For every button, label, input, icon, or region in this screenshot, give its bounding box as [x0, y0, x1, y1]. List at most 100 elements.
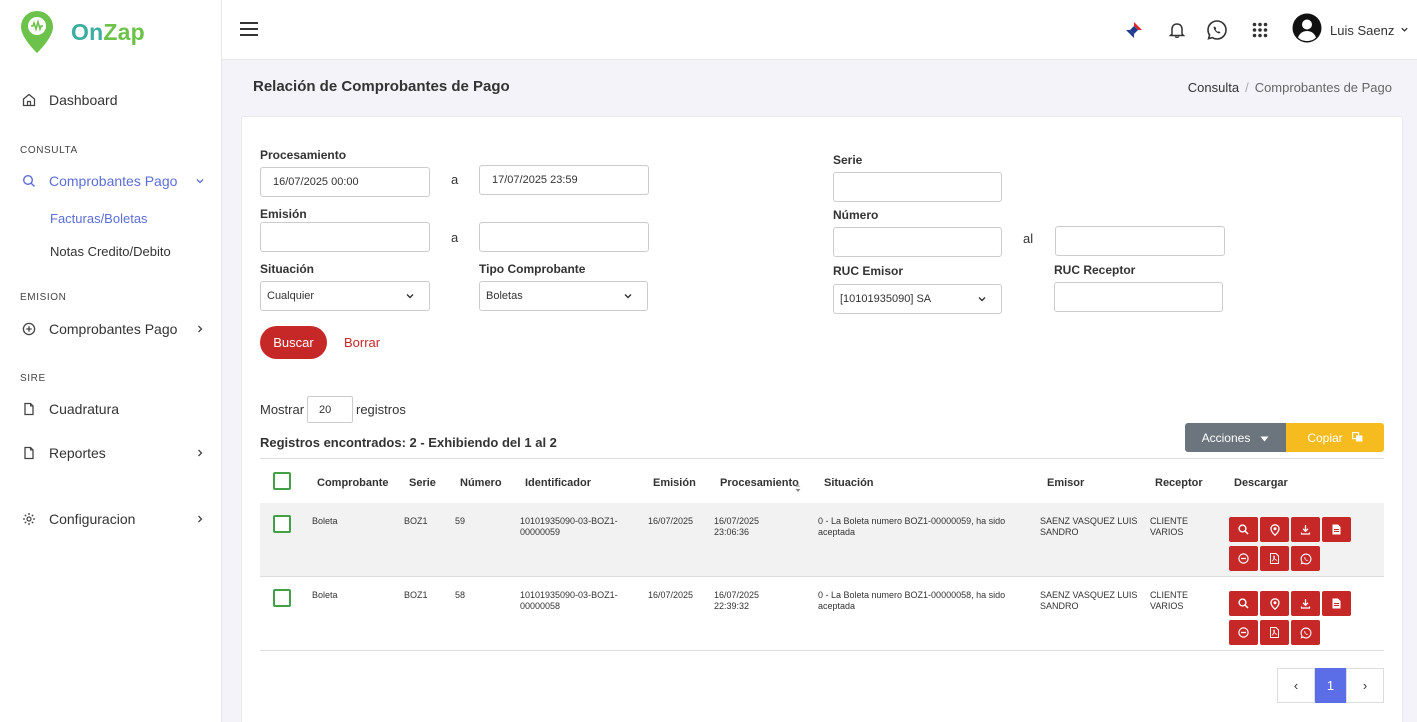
borrar-link[interactable]: Borrar	[344, 335, 380, 350]
sidebar-item-configuracion[interactable]: Configuracion	[20, 510, 205, 528]
column-header-numero[interactable]: Número	[460, 477, 502, 489]
flag-icon[interactable]	[1125, 0, 1143, 60]
logo-pin-icon	[21, 11, 53, 53]
avatar-icon	[1292, 13, 1322, 48]
sidebar-item-label: Comprobantes Pago	[49, 321, 178, 337]
caret-down-icon	[1260, 431, 1269, 445]
sidebar-subitem-notas[interactable]: Notas Credito/Debito	[50, 244, 171, 259]
document-icon[interactable]	[1322, 517, 1351, 542]
location-pin-icon[interactable]	[1260, 591, 1289, 616]
breadcrumb-item-consulta[interactable]: Consulta	[1188, 80, 1239, 95]
column-header-emision[interactable]: Emisión	[653, 477, 696, 489]
pdf-file-icon[interactable]	[1260, 620, 1289, 645]
cell-identificador: 10101935090-03-BOZ1-00000059	[520, 516, 618, 537]
logo-text-on: On	[71, 18, 104, 45]
cell-emisor: SAENZ VASQUEZ LUIS SANDRO	[1040, 590, 1138, 611]
column-header-comprobante[interactable]: Comprobante	[317, 477, 389, 489]
situacion-select[interactable]: Cualquier	[260, 281, 430, 311]
row-checkbox[interactable]	[273, 589, 291, 607]
hamburger-menu-icon[interactable]	[239, 20, 259, 43]
page-size-input[interactable]: 20	[307, 396, 353, 423]
bell-icon[interactable]	[1168, 0, 1186, 60]
document-icon[interactable]	[1322, 591, 1351, 616]
cell-serie: BOZ1	[404, 516, 428, 526]
ruc-receptor-input[interactable]	[1054, 282, 1223, 312]
emision-from-input[interactable]	[260, 222, 430, 252]
procesamiento-from-input[interactable]: 16/07/2025 00:00	[260, 167, 430, 197]
mostrar-label: Mostrar	[260, 402, 305, 417]
column-header-receptor[interactable]: Receptor	[1155, 477, 1203, 489]
procesamiento-to-input[interactable]: 17/07/2025 23:59	[479, 165, 649, 195]
acciones-dropdown-button[interactable]: Acciones	[1185, 423, 1286, 452]
chevron-down-icon	[623, 291, 633, 304]
chevron-down-icon	[977, 294, 987, 307]
numero-from-input[interactable]	[833, 227, 1002, 257]
column-header-serie[interactable]: Serie	[409, 477, 436, 489]
emision-label: Emisión	[260, 207, 307, 221]
row-checkbox[interactable]	[273, 515, 291, 533]
whatsapp-icon[interactable]	[1291, 620, 1320, 645]
download-icon[interactable]	[1291, 517, 1320, 542]
procesamiento-label: Procesamiento	[260, 148, 347, 162]
section-emision: EMISION	[20, 292, 67, 303]
range-separator: a	[451, 172, 459, 187]
pagination-page-1[interactable]: 1	[1315, 668, 1346, 703]
cancel-circle-icon[interactable]	[1229, 620, 1258, 645]
select-all-checkbox[interactable]	[273, 472, 291, 490]
sidebar-item-label: Comprobantes Pago	[49, 173, 178, 189]
pagination-next[interactable]: ›	[1346, 668, 1384, 703]
copy-icon	[1351, 431, 1363, 445]
user-menu[interactable]: Luis Saenz	[1292, 0, 1409, 60]
cell-identificador: 10101935090-03-BOZ1-00000058	[520, 590, 618, 611]
ruc-emisor-selected-value: [10101935090] SA	[840, 293, 932, 305]
view-search-icon[interactable]	[1229, 591, 1258, 616]
page-title: Relación de Comprobantes de Pago	[253, 78, 510, 95]
buscar-button[interactable]: Buscar	[260, 326, 327, 359]
cell-receptor: CLIENTE VARIOS	[1150, 516, 1189, 537]
sidebar-item-emision-comprobantes[interactable]: Comprobantes Pago	[20, 320, 205, 338]
sidebar-item-cuadratura[interactable]: Cuadratura	[20, 400, 205, 418]
chevron-down-icon	[1400, 21, 1409, 39]
whatsapp-icon[interactable]	[1206, 0, 1228, 60]
logo[interactable]: OnZap	[20, 10, 145, 54]
sidebar-item-reportes[interactable]: Reportes	[20, 444, 205, 462]
whatsapp-icon[interactable]	[1291, 546, 1320, 571]
emision-to-input[interactable]	[479, 222, 649, 252]
copiar-button[interactable]: Copiar	[1286, 423, 1384, 452]
apps-grid-icon[interactable]	[1252, 0, 1268, 60]
cell-situacion: 0 - La Boleta numero BOZ1-00000059, ha s…	[818, 516, 1006, 537]
sidebar-subitem-facturas[interactable]: Facturas/Boletas	[50, 211, 148, 226]
acciones-label: Acciones	[1201, 430, 1251, 445]
table-row[interactable]: Boleta BOZ1 59 10101935090-03-BOZ1-00000…	[260, 503, 1384, 577]
sidebar-item-dashboard[interactable]: Dashboard	[20, 91, 205, 109]
chevron-right-icon	[195, 321, 205, 337]
cell-serie: BOZ1	[404, 590, 428, 600]
tipo-comprobante-label: Tipo Comprobante	[479, 262, 586, 276]
table-row[interactable]: Boleta BOZ1 58 10101935090-03-BOZ1-00000…	[260, 577, 1384, 651]
serie-input[interactable]	[833, 172, 1002, 202]
sidebar-item-consulta-comprobantes[interactable]: Comprobantes Pago	[20, 172, 205, 190]
column-header-identificador[interactable]: Identificador	[525, 477, 591, 489]
pagination-prev[interactable]: ‹	[1277, 668, 1315, 703]
ruc-emisor-select[interactable]: [10101935090] SA	[833, 284, 1002, 314]
cancel-circle-icon[interactable]	[1229, 546, 1258, 571]
numero-range-separator: al	[1023, 231, 1034, 246]
location-pin-icon[interactable]	[1260, 517, 1289, 542]
registros-label: registros	[356, 402, 406, 417]
chevron-down-icon	[405, 291, 415, 304]
pdf-file-icon[interactable]	[1260, 546, 1289, 571]
column-header-emisor[interactable]: Emisor	[1047, 477, 1084, 489]
download-icon[interactable]	[1291, 591, 1320, 616]
results-summary: Registros encontrados: 2 - Exhibiendo de…	[260, 435, 557, 450]
tipo-comprobante-select[interactable]: Boletas	[479, 281, 648, 311]
cell-numero: 59	[455, 516, 466, 526]
cell-receptor: CLIENTE VARIOS	[1150, 590, 1189, 611]
column-header-situacion[interactable]: Situación	[824, 477, 874, 489]
numero-to-input[interactable]	[1055, 226, 1225, 256]
home-icon	[20, 91, 38, 109]
view-search-icon[interactable]	[1229, 517, 1258, 542]
cell-numero: 58	[455, 590, 466, 600]
sort-icon[interactable]	[795, 480, 801, 498]
cell-situacion: 0 - La Boleta numero BOZ1-00000058, ha s…	[818, 590, 1006, 611]
column-header-procesamiento[interactable]: Procesamiento	[720, 477, 799, 489]
